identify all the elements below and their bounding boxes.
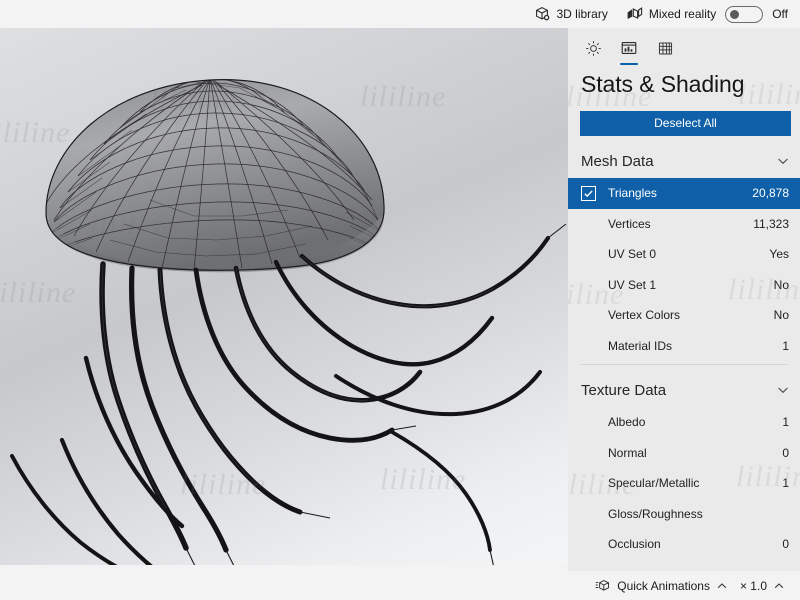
row-label: Vertex Colors — [608, 308, 774, 322]
row-value: 1 — [782, 476, 789, 490]
row-label: Albedo — [608, 415, 782, 429]
row-label: Vertices — [608, 217, 753, 231]
chevron-up-icon — [716, 580, 728, 592]
quick-animations-label: Quick Animations — [617, 579, 710, 593]
row-checkbox-slot — [580, 337, 597, 354]
3d-library-button[interactable]: 3D library — [525, 0, 616, 28]
table-row[interactable]: Vertex Colors No — [568, 300, 800, 331]
row-label: UV Set 1 — [608, 278, 774, 292]
animation-cube-icon — [595, 578, 611, 593]
section-header-mesh-data[interactable]: Mesh Data — [581, 144, 790, 178]
table-row[interactable]: Occlusion 0 — [568, 529, 800, 560]
mixed-reality-toggle-wrap: Off — [725, 6, 790, 23]
stats-chart-icon — [620, 39, 638, 57]
table-row[interactable]: Material IDs 1 — [568, 331, 800, 362]
checkbox-checked-icon — [581, 186, 596, 201]
section-divider — [581, 364, 788, 365]
sun-lighting-icon — [585, 40, 602, 57]
section-label: Mesh Data — [581, 153, 654, 170]
table-row[interactable]: UV Set 0 Yes — [568, 239, 800, 270]
row-checkbox-slot — [580, 414, 597, 431]
row-checkbox[interactable] — [580, 185, 597, 202]
row-checkbox-slot — [580, 475, 597, 492]
animation-speed-label: × 1.0 — [740, 579, 767, 593]
tab-grid[interactable] — [648, 34, 682, 62]
table-row[interactable]: Triangles 20,878 — [568, 178, 800, 209]
app-window: 3D library Mixed reality Off — [0, 0, 800, 600]
tab-stats-shading[interactable] — [612, 34, 646, 62]
cube-3d-icon — [534, 6, 550, 22]
viewport-bottom-chrome — [0, 565, 568, 600]
table-row[interactable]: Vertices 11,323 — [568, 209, 800, 240]
row-label: Occlusion — [608, 537, 782, 551]
chevron-down-icon — [776, 154, 790, 168]
page-title: Stats & Shading — [568, 62, 800, 98]
3d-library-label: 3D library — [556, 8, 607, 20]
row-label: Triangles — [608, 186, 752, 200]
row-value: No — [774, 308, 789, 322]
deselect-all-button[interactable]: Deselect All — [580, 111, 791, 136]
3d-viewport[interactable]: lililine lililine lililine lililine lili… — [0, 28, 568, 565]
mixed-reality-toggle[interactable] — [725, 6, 763, 23]
table-row[interactable]: Gloss/Roughness — [568, 499, 800, 530]
row-checkbox-slot — [580, 246, 597, 263]
mixed-reality-label: Mixed reality — [649, 8, 716, 20]
row-checkbox-slot — [580, 276, 597, 293]
row-value: No — [774, 278, 789, 292]
jellyfish-wireframe-model — [0, 28, 568, 565]
row-value: 1 — [782, 339, 789, 353]
animation-speed-button[interactable]: × 1.0 — [735, 574, 790, 598]
row-checkbox-slot — [580, 444, 597, 461]
table-row[interactable]: Normal 0 — [568, 438, 800, 469]
quick-animations-button[interactable]: Quick Animations — [590, 574, 733, 598]
row-label: Gloss/Roughness — [608, 507, 789, 521]
table-row[interactable]: Albedo 1 — [568, 407, 800, 438]
mixed-reality-button[interactable]: Mixed reality — [617, 0, 725, 28]
row-checkbox-slot — [580, 307, 597, 324]
table-row[interactable]: Specular/Metallic 1 — [568, 468, 800, 499]
row-label: Specular/Metallic — [608, 476, 782, 490]
toggle-knob — [730, 10, 739, 19]
section-header-texture-data[interactable]: Texture Data — [581, 373, 790, 407]
row-value: 0 — [782, 537, 789, 551]
jellyfish-tentacles — [12, 238, 548, 565]
row-value: Yes — [769, 247, 789, 261]
mixed-reality-state-label: Off — [772, 7, 788, 21]
jellyfish-bell — [46, 78, 384, 272]
row-value: 20,878 — [752, 186, 789, 200]
right-sidebar: Stats & Shading Deselect All Mesh Data T… — [568, 28, 800, 571]
row-checkbox-slot — [580, 505, 597, 522]
row-value: 0 — [782, 446, 789, 460]
top-toolbar: 3D library Mixed reality Off — [0, 0, 800, 28]
top-toolbar-group: 3D library Mixed reality Off — [525, 0, 790, 28]
section-label: Texture Data — [581, 382, 666, 399]
chevron-up-icon — [773, 580, 785, 592]
row-checkbox-slot — [580, 215, 597, 232]
row-label: Material IDs — [608, 339, 782, 353]
sidebar-tabs — [568, 28, 800, 62]
table-row[interactable]: UV Set 1 No — [568, 270, 800, 301]
tab-lighting[interactable] — [576, 34, 610, 62]
row-checkbox-slot — [580, 536, 597, 553]
row-label: Normal — [608, 446, 782, 460]
row-value: 11,323 — [753, 217, 789, 231]
grid-wireframe-icon — [657, 40, 674, 57]
row-value: 1 — [782, 415, 789, 429]
chevron-down-icon — [776, 383, 790, 397]
bottom-toolbar: Quick Animations × 1.0 — [568, 571, 800, 600]
mixed-reality-icon — [626, 6, 643, 22]
row-label: UV Set 0 — [608, 247, 769, 261]
